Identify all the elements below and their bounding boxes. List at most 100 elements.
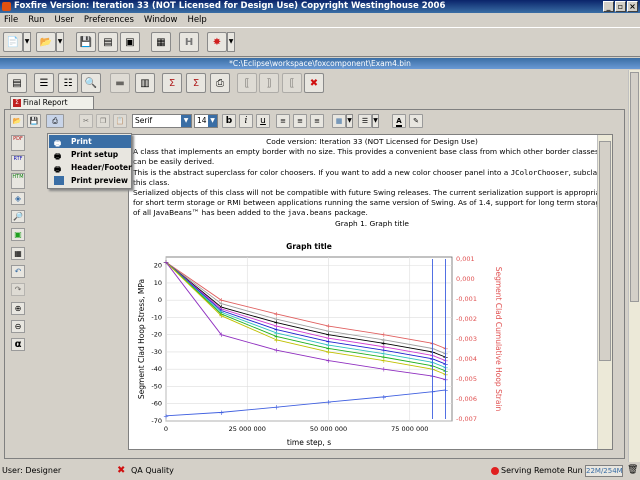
- align-left-button[interactable]: ≡: [276, 114, 290, 128]
- folder-small-button[interactable]: 📂: [10, 114, 24, 128]
- properties-button[interactable]: ▤: [7, 73, 27, 93]
- menu-user[interactable]: User: [55, 15, 74, 25]
- main-vertical-scrollbar[interactable]: [628, 70, 640, 462]
- menu-run[interactable]: Run: [28, 15, 44, 25]
- disabled-button-2[interactable]: ⟦: [237, 73, 257, 93]
- print-context-menu: 🖶 Print 🖶 Print setup 🖶 Header/Footer Print…: [47, 133, 132, 189]
- paste-button[interactable]: 📋: [113, 114, 127, 128]
- delete-button[interactable]: ✖: [304, 73, 324, 93]
- page-icon: ▬: [115, 77, 125, 89]
- variables-button[interactable]: ☰: [34, 73, 54, 93]
- new-file-button[interactable]: 📄: [3, 32, 23, 52]
- x-tick-label: 0: [164, 425, 168, 433]
- page-vertical-scrollbar[interactable]: [597, 135, 612, 449]
- edit-list-button[interactable]: ☷: [58, 73, 78, 93]
- device-button[interactable]: ⎙: [210, 73, 230, 93]
- table-insert-button[interactable]: ▦: [11, 247, 25, 260]
- undo-button[interactable]: ↶: [11, 265, 25, 278]
- zoom-in-button[interactable]: ⊕: [11, 302, 25, 315]
- export-rtf-button[interactable]: RTF: [11, 155, 25, 171]
- align-left-icon: ≡: [280, 117, 286, 125]
- save-all-button[interactable]: ▤: [98, 32, 118, 52]
- sum-add-button[interactable]: Σ: [186, 73, 206, 93]
- close-button[interactable]: ×: [627, 1, 638, 12]
- list-dropdown[interactable]: ▼: [372, 114, 379, 128]
- underline-button[interactable]: u: [256, 114, 270, 128]
- menu-file[interactable]: File: [4, 15, 18, 25]
- foxfire-dropdown[interactable]: ▼: [227, 32, 235, 52]
- font-size-select[interactable]: 14 ▼: [194, 114, 218, 128]
- save-as-button[interactable]: ▣: [120, 32, 140, 52]
- binary-button[interactable]: H: [179, 32, 199, 52]
- copy-button[interactable]: ❐: [96, 114, 110, 128]
- disabled-button-4[interactable]: ⟦: [282, 73, 302, 93]
- chevron-down-icon[interactable]: ▼: [208, 115, 217, 127]
- cut-button[interactable]: ✂: [79, 114, 93, 128]
- memory-indicator[interactable]: 22M/254M: [585, 465, 623, 477]
- text-color-button[interactable]: A: [392, 114, 406, 128]
- menu-item-print-setup[interactable]: 🖶 Print setup: [49, 148, 131, 161]
- header-footer-icon: 🖶: [54, 165, 62, 174]
- align-center-button[interactable]: ≡: [293, 114, 307, 128]
- zoom-button[interactable]: 🔎: [11, 210, 25, 223]
- disabled-button-1[interactable]: ▬: [110, 73, 130, 93]
- red-dot-icon: [491, 467, 499, 475]
- redo-button[interactable]: ↷: [11, 283, 25, 296]
- insert-symbol-button[interactable]: α: [11, 338, 25, 351]
- main-scroll-thumb[interactable]: [630, 72, 639, 302]
- highlight-button[interactable]: ✎: [409, 114, 423, 128]
- minimize-button[interactable]: _: [603, 1, 614, 12]
- menu-help[interactable]: Help: [187, 15, 206, 25]
- p3-code: java.beans: [287, 208, 332, 218]
- y-tick-label: -70: [151, 417, 162, 425]
- menu-preferences[interactable]: Preferences: [84, 15, 134, 25]
- table-button[interactable]: ▦: [332, 114, 346, 128]
- bracket-plus-icon: ⟧: [266, 77, 272, 89]
- series-point: +: [381, 357, 387, 365]
- bracket-icon: ⟦: [244, 77, 250, 89]
- bold-button[interactable]: b: [222, 114, 236, 128]
- font-family-select[interactable]: Serif ▼: [132, 114, 192, 128]
- qa-warning-icon: ✖: [117, 465, 126, 476]
- series-point: +: [218, 409, 224, 417]
- new-file-dropdown[interactable]: ▼: [23, 32, 31, 52]
- h-icon: H: [184, 36, 194, 48]
- menu-item-print[interactable]: 🖶 Print: [49, 135, 131, 148]
- menu-window[interactable]: Window: [144, 15, 178, 25]
- open-folder-button[interactable]: 📂: [36, 32, 56, 52]
- export-htm-button[interactable]: HTM: [11, 173, 25, 189]
- trash-icon[interactable]: 🗑: [627, 465, 638, 475]
- export-pdf-button[interactable]: PDF: [11, 135, 25, 151]
- tab-final-report-template[interactable]: Σ Final Report Template: [10, 96, 94, 119]
- search-button[interactable]: 🔍: [81, 73, 101, 93]
- align-right-button[interactable]: ≡: [310, 114, 324, 128]
- status-bar: User: Designer ✖ QA Quality Serving Remo…: [0, 462, 640, 480]
- chevron-down-icon[interactable]: ▼: [181, 115, 191, 127]
- compare-button[interactable]: ▦: [151, 32, 171, 52]
- foxfire-button[interactable]: ✸: [207, 32, 227, 52]
- print-menu-button[interactable]: ⎙: [46, 114, 64, 128]
- save-small-button[interactable]: 💾: [27, 114, 41, 128]
- hoop-stress-chart[interactable]: Graph title 0 25 000 000 50 000 000 75 000 0…: [134, 239, 502, 450]
- report-page[interactable]: Code version: Iteration 33 (NOT Licensed…: [128, 134, 613, 450]
- menu-item-header-footer[interactable]: 🖶 Header/Footer: [49, 161, 132, 174]
- table-dropdown[interactable]: ▼: [346, 114, 353, 128]
- search-icon: 🔍: [84, 77, 98, 89]
- disabled-button-3[interactable]: ⟧: [259, 73, 279, 93]
- insert-graph-button[interactable]: ▣: [11, 228, 25, 241]
- page-scroll-thumb[interactable]: [599, 141, 611, 361]
- sum-button[interactable]: Σ: [162, 73, 182, 93]
- zoom-out-button[interactable]: ⊖: [11, 320, 25, 333]
- open-folder-dropdown[interactable]: ▼: [56, 32, 64, 52]
- sigma-plus-icon: Σ: [192, 77, 200, 89]
- report-header: Code version: Iteration 33 (NOT Licensed…: [266, 137, 478, 146]
- italic-button[interactable]: i: [239, 114, 253, 128]
- insert-image-button[interactable]: ◈: [11, 192, 25, 205]
- list-button[interactable]: ☰: [358, 114, 372, 128]
- menu-item-print-preview[interactable]: Print preview: [49, 174, 131, 187]
- report-button[interactable]: ▥: [135, 73, 155, 93]
- y2-axis-label: Segment Clad Cumulative Hoop Strain: [494, 267, 502, 412]
- font-family-value: Serif: [135, 116, 153, 125]
- save-button[interactable]: 💾: [76, 32, 96, 52]
- restore-button[interactable]: ▫: [615, 1, 626, 12]
